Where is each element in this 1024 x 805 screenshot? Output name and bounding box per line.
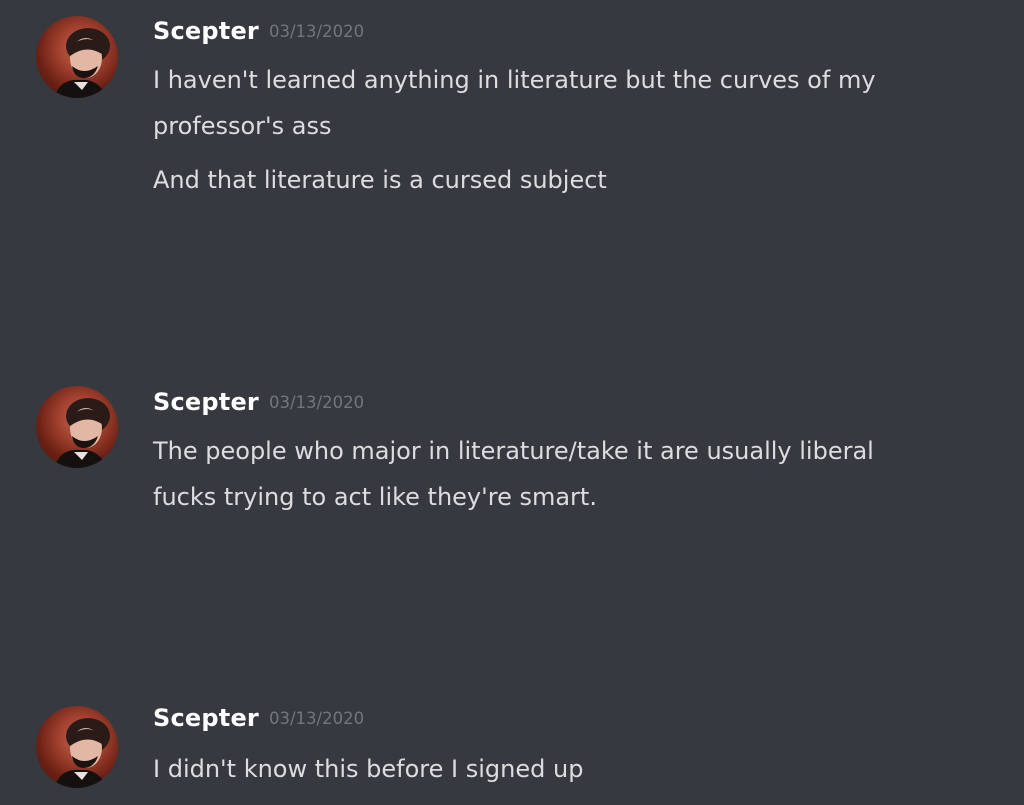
message-header: Scepter 03/13/2020 <box>153 388 364 422</box>
timestamp[interactable]: 03/13/2020 <box>269 22 364 41</box>
portrait-avatar-icon[interactable] <box>36 706 118 788</box>
message-text: The people who major in literature/take … <box>153 437 874 465</box>
message-text: And that literature is a cursed subject <box>153 166 607 194</box>
message-text: professor's ass <box>153 112 332 140</box>
username[interactable]: Scepter <box>153 388 259 416</box>
timestamp[interactable]: 03/13/2020 <box>269 393 364 412</box>
message-header: Scepter 03/13/2020 <box>153 17 364 51</box>
username[interactable]: Scepter <box>153 17 259 45</box>
portrait-avatar-icon[interactable] <box>36 16 118 98</box>
message-text: I haven't learned anything in literature… <box>153 66 876 94</box>
username[interactable]: Scepter <box>153 704 259 732</box>
timestamp[interactable]: 03/13/2020 <box>269 709 364 728</box>
message-text: fucks trying to act like they're smart. <box>153 483 597 511</box>
message-text: I didn't know this before I signed up <box>153 755 584 783</box>
message-header: Scepter 03/13/2020 <box>153 704 364 738</box>
portrait-avatar-icon[interactable] <box>36 386 118 468</box>
